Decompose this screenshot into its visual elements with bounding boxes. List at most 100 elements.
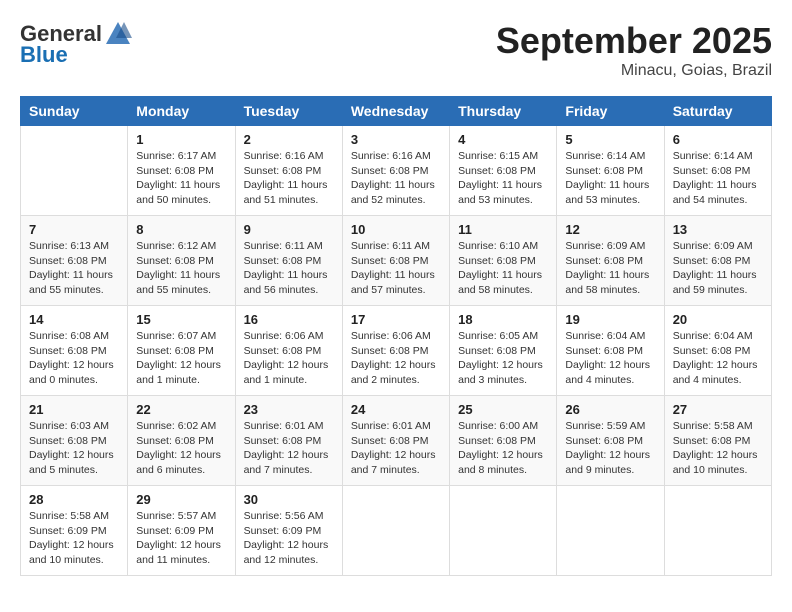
location-title: Minacu, Goias, Brazil [496,62,772,80]
logo: General Blue [20,20,132,68]
calendar-day-25: 25 Sunrise: 6:00 AM Sunset: 6:08 PM Dayli… [450,396,557,486]
day-info: Sunrise: 6:17 AM Sunset: 6:08 PM Dayligh… [136,149,226,208]
calendar-week-row: 1 Sunrise: 6:17 AM Sunset: 6:08 PM Daylig… [21,126,772,216]
day-info: Sunrise: 6:05 AM Sunset: 6:08 PM Dayligh… [458,329,548,388]
day-info: Sunrise: 6:04 AM Sunset: 6:08 PM Dayligh… [673,329,763,388]
day-info: Sunrise: 6:13 AM Sunset: 6:08 PM Dayligh… [29,239,119,298]
weekday-header-sunday: Sunday [21,97,128,126]
calendar-day-9: 9 Sunrise: 6:11 AM Sunset: 6:08 PM Daylig… [235,216,342,306]
calendar-day-4: 4 Sunrise: 6:15 AM Sunset: 6:08 PM Daylig… [450,126,557,216]
calendar-empty-cell [21,126,128,216]
day-number: 13 [673,222,763,237]
day-number: 9 [244,222,334,237]
day-info: Sunrise: 6:10 AM Sunset: 6:08 PM Dayligh… [458,239,548,298]
day-info: Sunrise: 6:00 AM Sunset: 6:08 PM Dayligh… [458,419,548,478]
day-number: 29 [136,492,226,507]
day-info: Sunrise: 6:06 AM Sunset: 6:08 PM Dayligh… [351,329,441,388]
day-info: Sunrise: 6:08 AM Sunset: 6:08 PM Dayligh… [29,329,119,388]
day-number: 30 [244,492,334,507]
day-number: 3 [351,132,441,147]
day-info: Sunrise: 6:14 AM Sunset: 6:08 PM Dayligh… [673,149,763,208]
day-number: 23 [244,402,334,417]
day-number: 12 [565,222,655,237]
calendar-day-3: 3 Sunrise: 6:16 AM Sunset: 6:08 PM Daylig… [342,126,449,216]
logo-icon [104,20,132,48]
weekday-header-wednesday: Wednesday [342,97,449,126]
day-number: 14 [29,312,119,327]
calendar-day-11: 11 Sunrise: 6:10 AM Sunset: 6:08 PM Dayli… [450,216,557,306]
calendar-day-30: 30Sunrise: 5:56 AM Sunset: 6:09 PM Dayli… [235,486,342,576]
calendar-day-15: 15 Sunrise: 6:07 AM Sunset: 6:08 PM Dayli… [128,306,235,396]
calendar-day-8: 8Sunrise: 6:12 AM Sunset: 6:08 PM Daylig… [128,216,235,306]
weekday-header-thursday: Thursday [450,97,557,126]
calendar-week-row: 21Sunrise: 6:03 AM Sunset: 6:08 PM Dayli… [21,396,772,486]
calendar-table: SundayMondayTuesdayWednesdayThursdayFrid… [20,96,772,576]
day-info: Sunrise: 6:06 AM Sunset: 6:08 PM Dayligh… [244,329,334,388]
logo-blue: Blue [20,42,68,68]
calendar-day-13: 13Sunrise: 6:09 AM Sunset: 6:08 PM Dayli… [664,216,771,306]
day-number: 5 [565,132,655,147]
day-info: Sunrise: 6:11 AM Sunset: 6:08 PM Dayligh… [351,239,441,298]
page-header: General Blue September 2025 Minacu, Goia… [20,20,772,80]
calendar-day-7: 7 Sunrise: 6:13 AM Sunset: 6:08 PM Daylig… [21,216,128,306]
day-info: Sunrise: 5:57 AM Sunset: 6:09 PM Dayligh… [136,509,226,568]
day-number: 6 [673,132,763,147]
calendar-day-1: 1 Sunrise: 6:17 AM Sunset: 6:08 PM Daylig… [128,126,235,216]
calendar-day-27: 27Sunrise: 5:58 AM Sunset: 6:08 PM Dayli… [664,396,771,486]
day-number: 19 [565,312,655,327]
calendar-day-23: 23 Sunrise: 6:01 AM Sunset: 6:08 PM Dayli… [235,396,342,486]
calendar-day-29: 29 Sunrise: 5:57 AM Sunset: 6:09 PM Dayli… [128,486,235,576]
calendar-day-14: 14 Sunrise: 6:08 AM Sunset: 6:08 PM Dayli… [21,306,128,396]
day-number: 25 [458,402,548,417]
calendar-day-18: 18 Sunrise: 6:05 AM Sunset: 6:08 PM Dayli… [450,306,557,396]
day-number: 22 [136,402,226,417]
day-number: 17 [351,312,441,327]
day-number: 18 [458,312,548,327]
calendar-day-20: 20 Sunrise: 6:04 AM Sunset: 6:08 PM Dayli… [664,306,771,396]
calendar-day-19: 19 Sunrise: 6:04 AM Sunset: 6:08 PM Dayli… [557,306,664,396]
calendar-empty-cell [664,486,771,576]
day-info: Sunrise: 6:14 AM Sunset: 6:08 PM Dayligh… [565,149,655,208]
calendar-day-12: 12 Sunrise: 6:09 AM Sunset: 6:08 PM Dayli… [557,216,664,306]
day-info: Sunrise: 6:11 AM Sunset: 6:08 PM Dayligh… [244,239,334,298]
calendar-day-28: 28Sunrise: 5:58 AM Sunset: 6:09 PM Dayli… [21,486,128,576]
title-area: September 2025 Minacu, Goias, Brazil [496,20,772,80]
day-info: Sunrise: 6:09 AM Sunset: 6:08 PM Dayligh… [565,239,655,298]
day-info: Sunrise: 6:12 AM Sunset: 6:08 PM Dayligh… [136,239,226,298]
day-info: Sunrise: 6:16 AM Sunset: 6:08 PM Dayligh… [351,149,441,208]
day-info: Sunrise: 6:02 AM Sunset: 6:08 PM Dayligh… [136,419,226,478]
calendar-day-24: 24Sunrise: 6:01 AM Sunset: 6:08 PM Dayli… [342,396,449,486]
calendar-week-row: 28Sunrise: 5:58 AM Sunset: 6:09 PM Dayli… [21,486,772,576]
calendar-day-5: 5 Sunrise: 6:14 AM Sunset: 6:08 PM Daylig… [557,126,664,216]
day-number: 20 [673,312,763,327]
day-info: Sunrise: 6:04 AM Sunset: 6:08 PM Dayligh… [565,329,655,388]
weekday-header-monday: Monday [128,97,235,126]
day-info: Sunrise: 6:15 AM Sunset: 6:08 PM Dayligh… [458,149,548,208]
calendar-empty-cell [557,486,664,576]
day-number: 2 [244,132,334,147]
day-number: 15 [136,312,226,327]
day-number: 11 [458,222,548,237]
day-number: 1 [136,132,226,147]
day-number: 7 [29,222,119,237]
weekday-header-row: SundayMondayTuesdayWednesdayThursdayFrid… [21,97,772,126]
day-number: 10 [351,222,441,237]
calendar-day-16: 16Sunrise: 6:06 AM Sunset: 6:08 PM Dayli… [235,306,342,396]
day-number: 4 [458,132,548,147]
month-title: September 2025 [496,20,772,62]
calendar-day-2: 2Sunrise: 6:16 AM Sunset: 6:08 PM Daylig… [235,126,342,216]
day-info: Sunrise: 6:07 AM Sunset: 6:08 PM Dayligh… [136,329,226,388]
calendar-day-6: 6 Sunrise: 6:14 AM Sunset: 6:08 PM Daylig… [664,126,771,216]
day-info: Sunrise: 5:58 AM Sunset: 6:09 PM Dayligh… [29,509,119,568]
weekday-header-tuesday: Tuesday [235,97,342,126]
calendar-empty-cell [450,486,557,576]
day-info: Sunrise: 6:03 AM Sunset: 6:08 PM Dayligh… [29,419,119,478]
calendar-day-26: 26Sunrise: 5:59 AM Sunset: 6:08 PM Dayli… [557,396,664,486]
calendar-day-22: 22 Sunrise: 6:02 AM Sunset: 6:08 PM Dayli… [128,396,235,486]
calendar-day-17: 17 Sunrise: 6:06 AM Sunset: 6:08 PM Dayli… [342,306,449,396]
day-info: Sunrise: 6:01 AM Sunset: 6:08 PM Dayligh… [244,419,334,478]
weekday-header-friday: Friday [557,97,664,126]
day-number: 24 [351,402,441,417]
calendar-day-21: 21Sunrise: 6:03 AM Sunset: 6:08 PM Dayli… [21,396,128,486]
day-number: 27 [673,402,763,417]
